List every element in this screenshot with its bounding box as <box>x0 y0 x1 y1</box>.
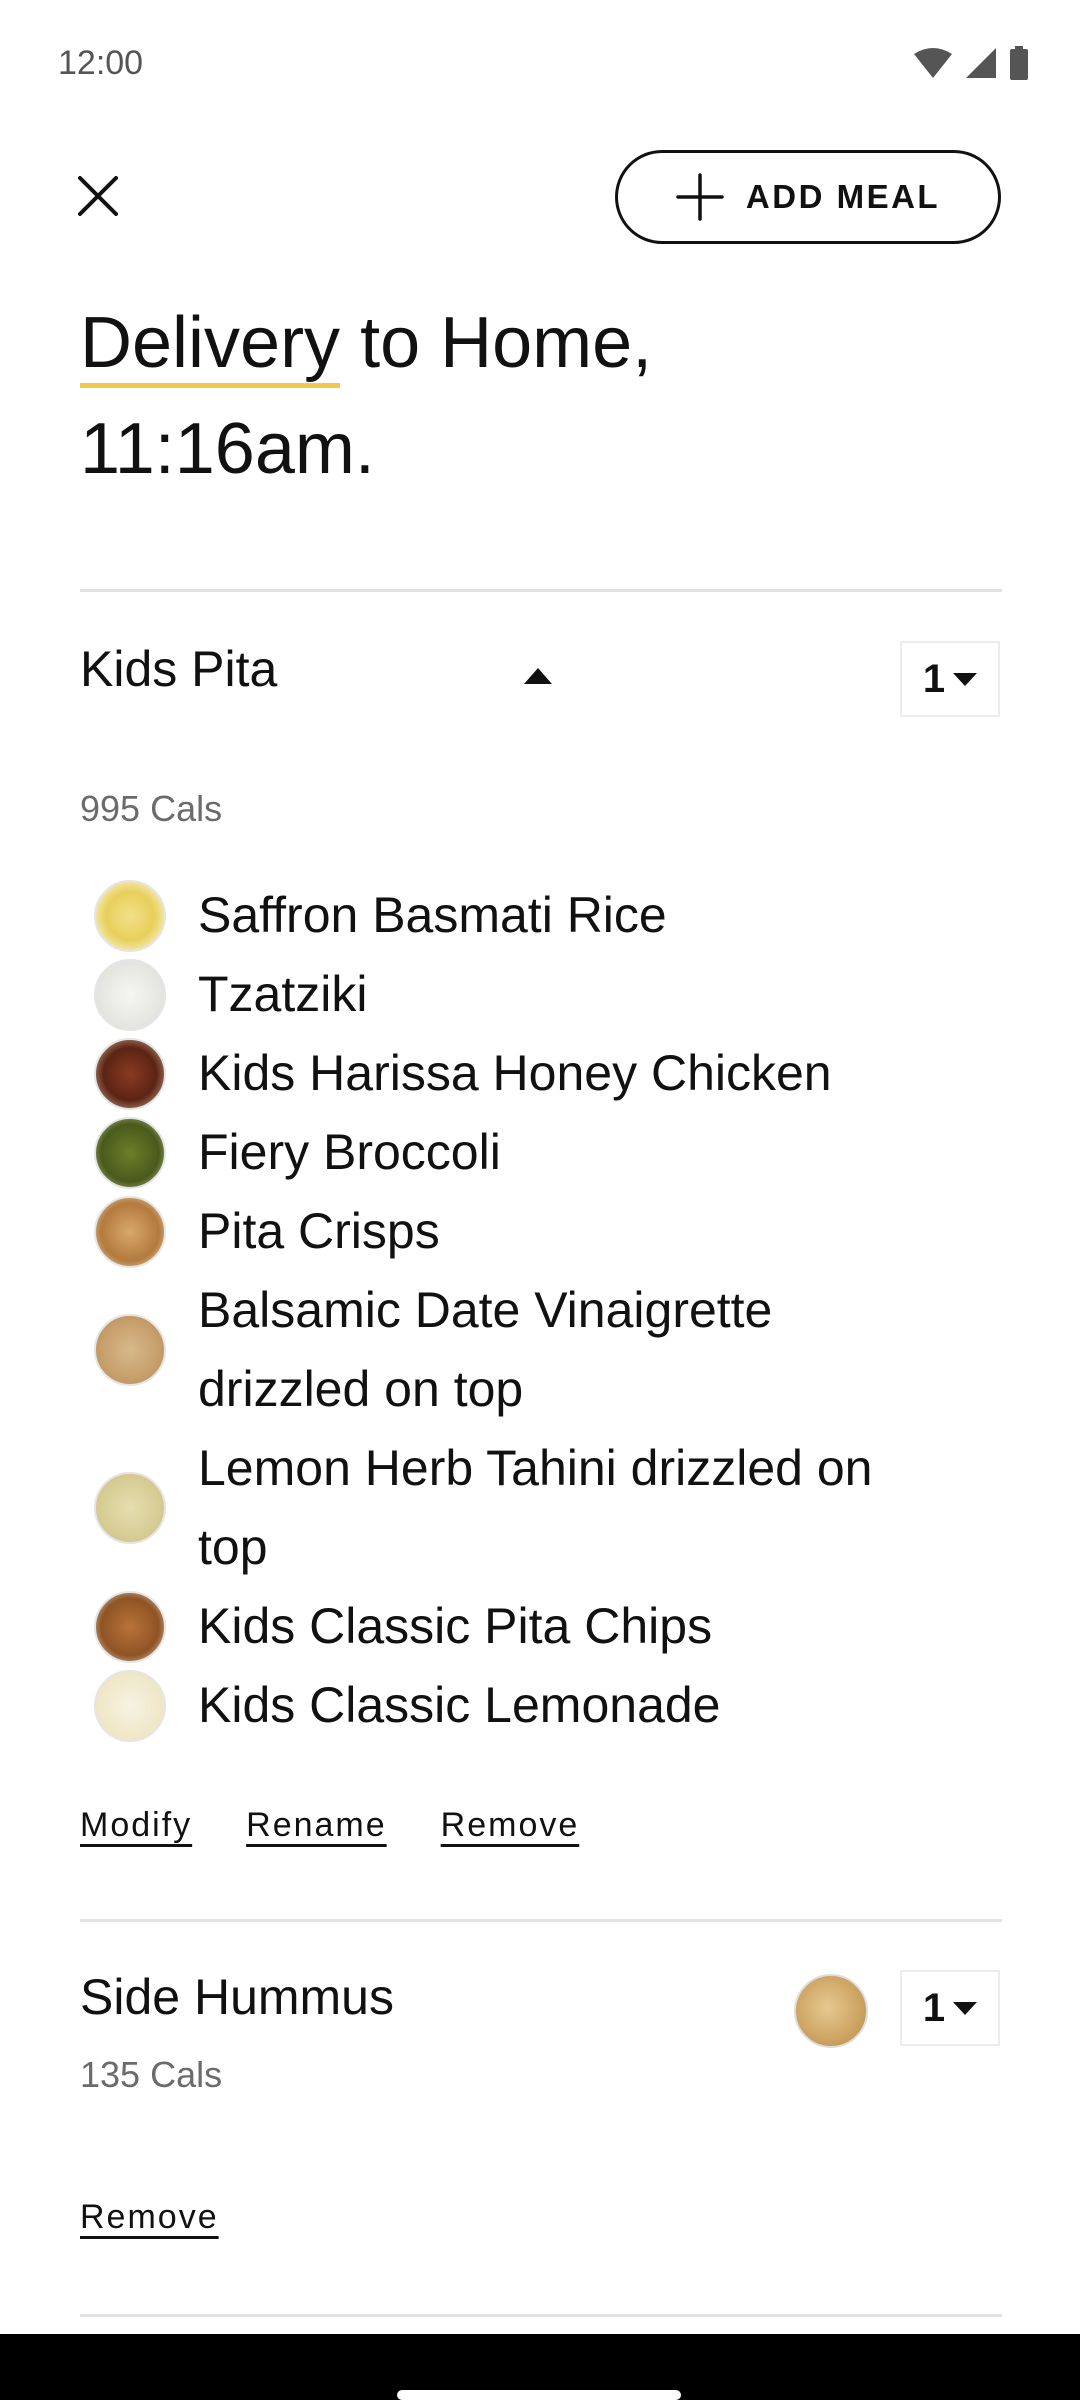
status-time: 12:00 <box>58 44 144 82</box>
divider <box>80 589 1002 592</box>
quantity-dropdown[interactable]: 1 <box>900 641 1000 717</box>
battery-icon <box>1010 46 1028 80</box>
ingredient-name: Fiery Broccoli <box>198 1124 501 1180</box>
ingredient-list: Saffron Basmati Rice Tzatziki Kids Haris… <box>80 876 980 1745</box>
tzatziki-icon <box>94 958 166 1031</box>
wifi-icon <box>914 48 952 78</box>
quantity-dropdown[interactable]: 1 <box>900 1970 1000 2046</box>
modify-link[interactable]: Modify <box>80 1806 192 1845</box>
list-item: Kids Classic Lemonade <box>80 1666 980 1745</box>
item-calories: 995 Cals <box>80 788 223 829</box>
divider <box>80 1919 1002 1922</box>
hummus-icon <box>794 1974 868 2048</box>
remove-link[interactable]: Remove <box>441 1806 580 1845</box>
close-icon <box>78 176 118 216</box>
pita-crisps-icon <box>94 1195 166 1268</box>
headline-time: 11:16am. <box>80 409 375 489</box>
add-meal-label: ADD MEAL <box>745 178 941 215</box>
delivery-headline: Delivery to Home, 11:16am. <box>80 290 980 502</box>
collapse-caret-icon[interactable] <box>524 668 552 684</box>
item-actions: Remove <box>80 2198 219 2237</box>
ingredient-name: Kids Harissa Honey Chicken <box>198 1045 832 1101</box>
home-gesture-handle[interactable] <box>397 2390 681 2400</box>
close-button[interactable] <box>70 168 126 224</box>
ingredient-name: Lemon Herb Tahini drizzled on top <box>198 1440 873 1575</box>
quantity-value: 1 <box>922 1985 946 2030</box>
list-item: Fiery Broccoli <box>80 1113 980 1192</box>
ingredient-name: Pita Crisps <box>198 1203 440 1259</box>
headline-line-1: Delivery to Home, <box>80 290 980 396</box>
ingredient-name: Balsamic Date Vinaigrette drizzled on to… <box>198 1282 773 1417</box>
top-bar: ADD MEAL <box>0 148 1080 248</box>
list-item: Balsamic Date Vinaigrette drizzled on to… <box>80 1271 980 1429</box>
item-calories: 135 Cals <box>80 2054 223 2095</box>
list-item: Tzatziki <box>80 955 980 1034</box>
ingredient-name: Kids Classic Pita Chips <box>198 1598 713 1654</box>
signal-icon <box>966 48 996 78</box>
chevron-down-icon <box>953 2001 978 2015</box>
list-item: Pita Crisps <box>80 1192 980 1271</box>
list-item: Lemon Herb Tahini drizzled on top <box>80 1429 980 1587</box>
rice-icon <box>94 879 166 952</box>
item-title[interactable]: Side Hummus <box>80 1968 394 2026</box>
status-bar: 12:00 <box>0 0 1080 130</box>
tahini-icon <box>94 1472 166 1544</box>
remove-link[interactable]: Remove <box>80 2198 219 2237</box>
rename-link[interactable]: Rename <box>246 1806 387 1845</box>
list-item: Kids Classic Pita Chips <box>80 1587 980 1666</box>
pita-chips-icon <box>94 1590 166 1663</box>
lemonade-icon <box>94 1669 166 1742</box>
list-item: Kids Harissa Honey Chicken <box>80 1034 980 1113</box>
item-actions: Modify Rename Remove <box>80 1806 579 1845</box>
quantity-value: 1 <box>922 656 946 701</box>
add-meal-button[interactable]: ADD MEAL <box>615 150 1001 244</box>
divider <box>80 2314 1002 2317</box>
status-icons <box>914 46 1028 80</box>
plus-icon <box>676 173 724 221</box>
headline-destination: to Home, <box>340 303 653 383</box>
item-title[interactable]: Kids Pita <box>80 640 277 698</box>
broccoli-icon <box>94 1116 166 1189</box>
vinaigrette-icon <box>94 1314 166 1386</box>
chevron-down-icon <box>953 672 978 686</box>
ingredient-name: Saffron Basmati Rice <box>198 887 667 943</box>
list-item: Saffron Basmati Rice <box>80 876 980 955</box>
ingredient-name: Tzatziki <box>198 966 368 1022</box>
delivery-method-link[interactable]: Delivery <box>80 303 340 383</box>
ingredient-name: Kids Classic Lemonade <box>198 1677 721 1733</box>
chicken-icon <box>94 1037 166 1110</box>
